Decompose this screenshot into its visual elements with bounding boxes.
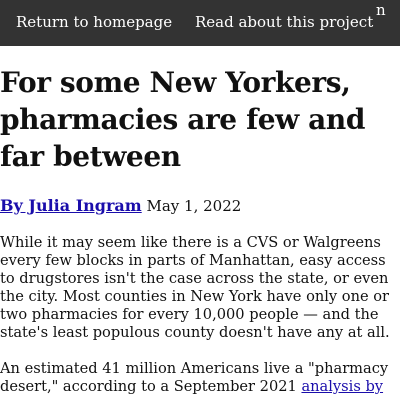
top-navigation-bar: Return to homepage Read about this proje…	[0, 0, 400, 46]
author-link[interactable]: By Julia Ingram	[0, 196, 142, 215]
nav-overflow-text: n	[376, 1, 386, 19]
article: For some New Yorkers, pharmacies are few…	[0, 64, 400, 395]
article-paragraph-2: An estimated 41 million Americans live a…	[0, 360, 400, 396]
read-about-project-link[interactable]: Read about this project	[195, 12, 373, 32]
return-to-homepage-link[interactable]: Return to homepage	[16, 12, 172, 32]
byline: By Julia Ingram May 1, 2022	[0, 196, 241, 216]
publish-date: May 1, 2022	[146, 197, 242, 215]
analysis-link[interactable]: analysis by	[301, 378, 383, 395]
article-title: For some New Yorkers, pharmacies are few…	[0, 66, 366, 173]
article-paragraph-1: While it may seem like there is a CVS or…	[0, 234, 390, 341]
